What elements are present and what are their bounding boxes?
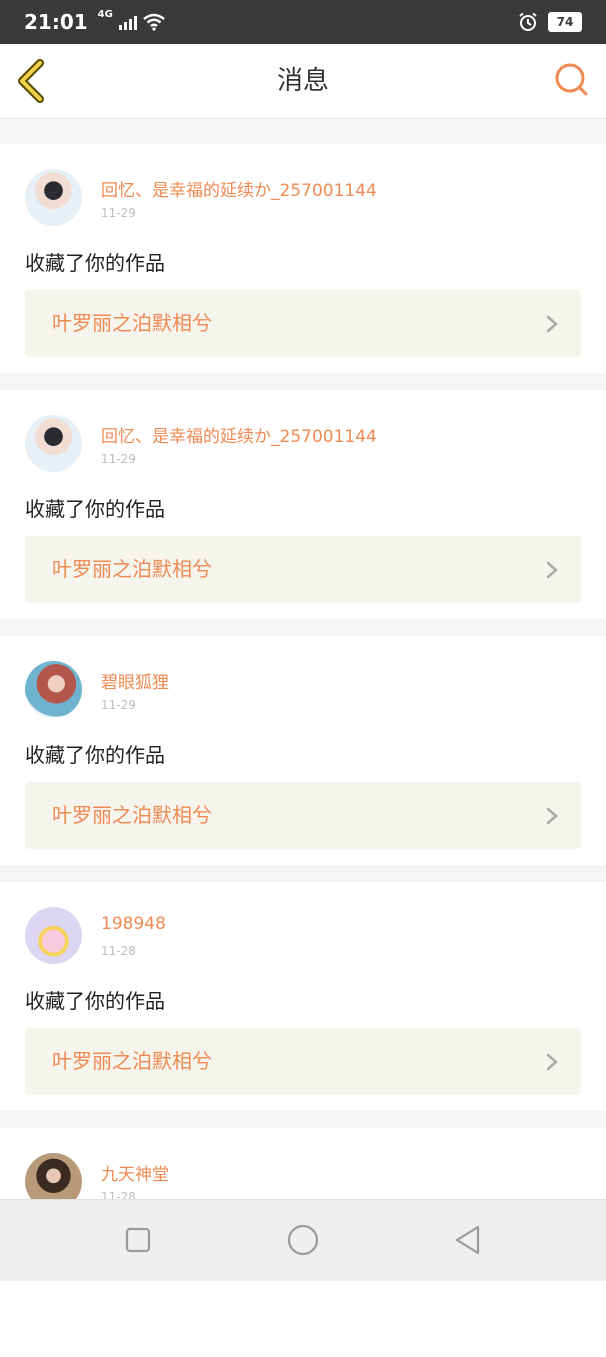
chevron-right-icon <box>546 315 558 333</box>
battery-indicator: 74 <box>548 12 582 32</box>
user-name[interactable]: 回忆、是幸福的延续か_257001144 <box>101 176 377 201</box>
status-time: 21:01 <box>24 10 88 34</box>
message-action: 收藏了你的作品 <box>25 989 165 1013</box>
message-date: 11-29 <box>101 206 136 220</box>
work-link[interactable]: 叶罗丽之泊默相兮 <box>25 1028 581 1095</box>
signal-icon <box>118 14 137 30</box>
circle-icon[interactable] <box>283 1220 323 1260</box>
status-left: 21:01 4G <box>24 10 165 34</box>
wifi-icon <box>143 13 165 31</box>
work-title: 叶罗丽之泊默相兮 <box>52 311 212 335</box>
alarm-icon <box>519 12 537 31</box>
search-icon[interactable] <box>552 60 592 100</box>
message-date: 11-28 <box>101 944 136 958</box>
triangle-icon[interactable] <box>448 1220 488 1260</box>
chevron-right-icon <box>546 807 558 825</box>
message-card: 碧眼狐狸 11-29 收藏了你的作品 叶罗丽之泊默相兮 <box>0 636 606 865</box>
message-card: 回忆、是幸福的延续か_257001144 11-29 收藏了你的作品 叶罗丽之泊… <box>0 144 606 373</box>
work-link[interactable]: 叶罗丽之泊默相兮 <box>25 536 581 603</box>
work-title: 叶罗丽之泊默相兮 <box>52 803 212 827</box>
message-date: 11-29 <box>101 698 136 712</box>
page-title: 消息 <box>276 66 329 96</box>
message-date: 11-29 <box>101 452 136 466</box>
avatar[interactable] <box>25 169 82 226</box>
status-right: 74 <box>518 12 582 32</box>
work-title: 叶罗丽之泊默相兮 <box>52 557 212 581</box>
avatar[interactable] <box>25 415 82 472</box>
message-action: 收藏了你的作品 <box>25 497 165 521</box>
work-title: 叶罗丽之泊默相兮 <box>52 1049 212 1073</box>
message-list: 回忆、是幸福的延续か_257001144 11-29 收藏了你的作品 叶罗丽之泊… <box>0 127 606 1357</box>
user-name[interactable]: 回忆、是幸福的延续か_257001144 <box>101 422 377 447</box>
user-name[interactable]: 九天神堂 <box>101 1160 169 1185</box>
message-card: 回忆、是幸福的延续か_257001144 11-29 收藏了你的作品 叶罗丽之泊… <box>0 390 606 619</box>
message-action: 收藏了你的作品 <box>25 251 165 275</box>
avatar[interactable] <box>25 661 82 718</box>
message-action: 收藏了你的作品 <box>25 743 165 767</box>
system-nav-bar <box>0 1199 606 1281</box>
user-name[interactable]: 碧眼狐狸 <box>101 668 169 693</box>
square-icon[interactable] <box>118 1220 158 1260</box>
avatar[interactable] <box>25 907 82 964</box>
status-bar: 21:01 4G 74 <box>0 0 606 44</box>
user-name[interactable]: 198948 <box>101 914 166 934</box>
chevron-right-icon <box>546 1053 558 1071</box>
app-header: 消息 <box>0 44 606 119</box>
work-link[interactable]: 叶罗丽之泊默相兮 <box>25 290 581 357</box>
chevron-right-icon <box>546 561 558 579</box>
message-card: 198948 11-28 收藏了你的作品 叶罗丽之泊默相兮 <box>0 882 606 1111</box>
network-type: 4G <box>97 9 113 20</box>
work-link[interactable]: 叶罗丽之泊默相兮 <box>25 782 581 849</box>
